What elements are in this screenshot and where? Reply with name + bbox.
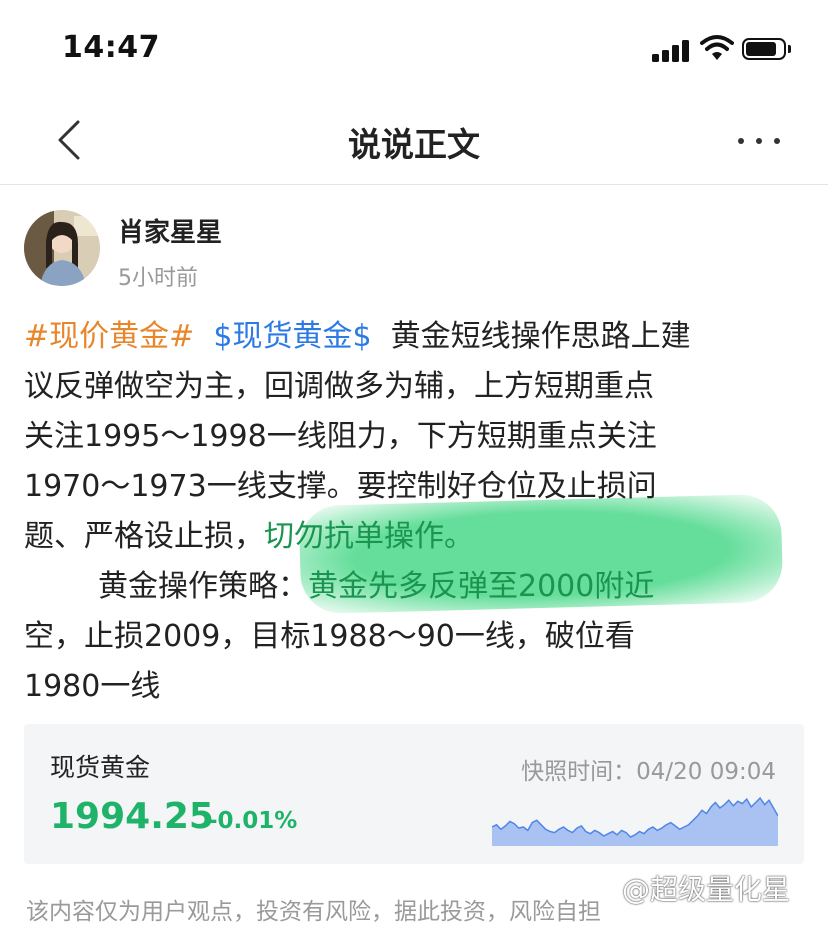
highlighted-text: 黄金先多反弹至2000附近 [308, 569, 655, 604]
author-name[interactable]: 肖家星星 [118, 212, 222, 249]
stock-tag[interactable]: $现货黄金$ [213, 319, 371, 354]
highlighted-text: 切勿抗单操作。 [264, 519, 474, 554]
disclaimer-text: 该内容仅为用户观点，投资有风险，据此投资，风险自担 [26, 899, 601, 925]
post-text: 黄金短线操作思路上建 [390, 319, 691, 354]
post-time: 5小时前 [118, 266, 198, 291]
post-line: 关注1995～1998一线阻力，下方短期重点关注 [24, 419, 657, 454]
post-line: 黄金操作策略：黄金先多反弹至2000附近 [24, 562, 814, 612]
post-line: #现价黄金# $现货黄金$ 黄金短线操作思路上建 [24, 312, 814, 362]
post-line: 题、严格设止损，切勿抗单操作。 [24, 512, 814, 562]
nav-bar: 说说正文 [0, 100, 828, 185]
post-text: 黄金操作策略： [98, 569, 308, 604]
post-text: 题、严格设止损， [24, 519, 264, 554]
watermark: @超级量化星 [622, 873, 791, 906]
quote-card[interactable]: 现货黄金 1994.25 -0.01% 快照时间：04/20 09:04 [24, 724, 804, 864]
price-sparkline [492, 796, 778, 846]
snapshot-time: 快照时间：04/20 09:04 [521, 759, 776, 785]
quote-change: -0.01% [208, 808, 298, 834]
more-options-icon[interactable] [734, 132, 784, 152]
quote-price: 1994.25 [50, 796, 214, 837]
quote-name: 现货黄金 [50, 753, 151, 782]
post-line: 议反弹做空为主，回调做多为辅，上方短期重点 [24, 369, 654, 404]
topic-tag[interactable]: #现价黄金# [24, 319, 194, 354]
post-body: #现价黄金# $现货黄金$ 黄金短线操作思路上建 议反弹做空为主，回调做多为辅，… [24, 312, 814, 712]
battery-icon [742, 38, 786, 60]
status-bar: 14:47 [0, 0, 828, 100]
status-time: 14:47 [62, 30, 160, 65]
post-line: 空，止损2009，目标1988～90一线，破位看 [24, 619, 635, 654]
battery-tip [788, 45, 791, 53]
page-title: 说说正文 [348, 125, 480, 164]
post-line: 1970～1973一线支撑。要控制好仓位及止损问 [24, 469, 657, 504]
cellular-signal-icon [652, 40, 692, 62]
wifi-icon [700, 35, 734, 60]
avatar[interactable] [24, 210, 100, 286]
post-line: 1980一线 [24, 669, 161, 704]
